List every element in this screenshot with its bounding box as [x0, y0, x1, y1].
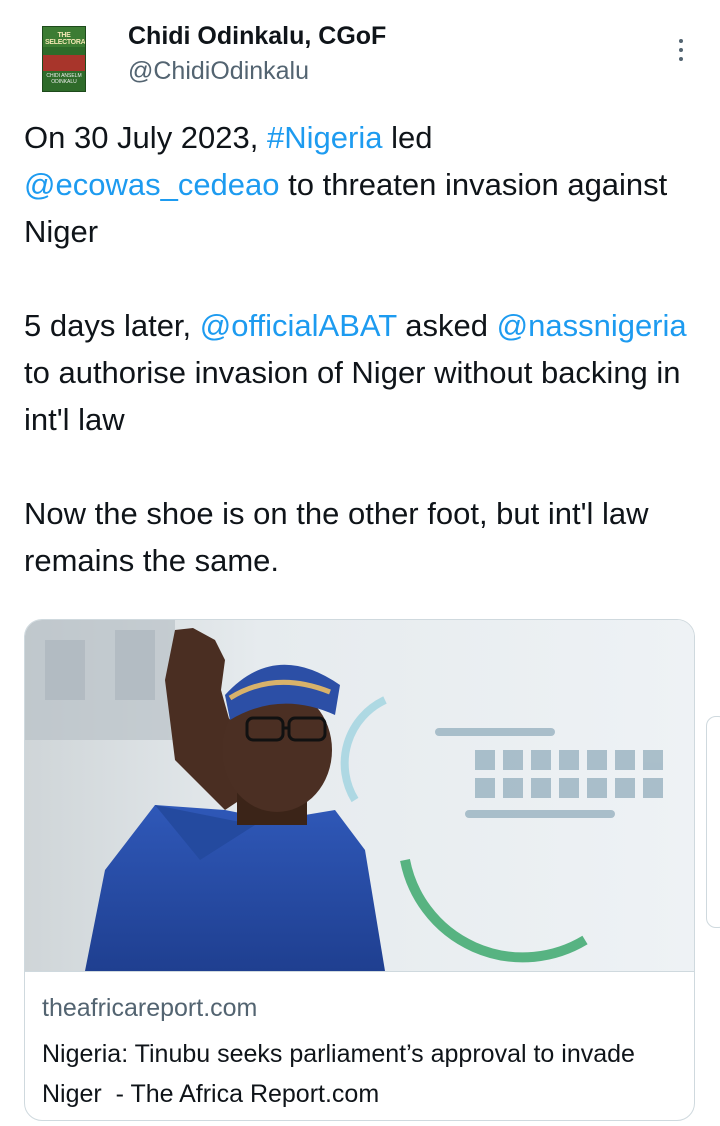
more-dot	[679, 57, 683, 61]
tweet-header: THE SELECTORATE CHIDI ANSELM ODINKALU Ch…	[0, 0, 720, 100]
more-dot	[679, 39, 683, 43]
card-meta[interactable]: theafricareport.com Nigeria: Tinubu seek…	[25, 971, 694, 1120]
mention-officialabat-link[interactable]: @officialABAT	[200, 308, 397, 343]
avatar-cover-band	[43, 55, 85, 71]
more-dot	[679, 48, 683, 52]
more-options-icon[interactable]	[666, 30, 696, 70]
text-segment: to authorise invasion of Niger without b…	[24, 355, 681, 437]
tweet-paragraph-3: Now the shoe is on the other foot, but i…	[24, 490, 694, 584]
card-photo	[25, 620, 694, 971]
author-name[interactable]: Chidi Odinkalu, CGoF	[128, 22, 386, 51]
card-domain: theafricareport.com	[42, 994, 258, 1022]
mention-nassnigeria-link[interactable]: @nassnigeria	[497, 308, 687, 343]
tweet-paragraph-1: On 30 July 2023, #Nigeria led @ecowas_ce…	[24, 114, 694, 255]
text-segment: 5 days later,	[24, 308, 200, 343]
hashtag-nigeria-link[interactable]: #Nigeria	[267, 120, 382, 155]
text-segment: asked	[396, 308, 497, 343]
tweet-text: On 30 July 2023, #Nigeria led @ecowas_ce…	[24, 114, 694, 584]
tweet-paragraph-2: 5 days later, @officialABAT asked @nassn…	[24, 302, 694, 443]
link-preview-card[interactable]: theafricareport.com Nigeria: Tinubu seek…	[24, 619, 695, 1121]
text-segment: On 30 July 2023,	[24, 120, 267, 155]
author-handle[interactable]: @ChidiOdinkalu	[128, 57, 309, 86]
text-segment: led	[382, 120, 433, 155]
scroll-edge-handle[interactable]	[706, 716, 720, 928]
avatar-book-author: CHIDI ANSELM ODINKALU	[46, 73, 82, 85]
text-segment: Now the shoe is on the other foot, but i…	[24, 496, 649, 578]
card-title: Nigeria: Tinubu seeks parliament’s appro…	[42, 1040, 642, 1108]
mention-ecowas-link[interactable]: @ecowas_cedeao	[24, 167, 280, 202]
card-image[interactable]	[25, 620, 694, 971]
avatar-book-title: THE SELECTORATE	[45, 32, 85, 46]
avatar[interactable]: THE SELECTORATE CHIDI ANSELM ODINKALU	[42, 26, 86, 92]
